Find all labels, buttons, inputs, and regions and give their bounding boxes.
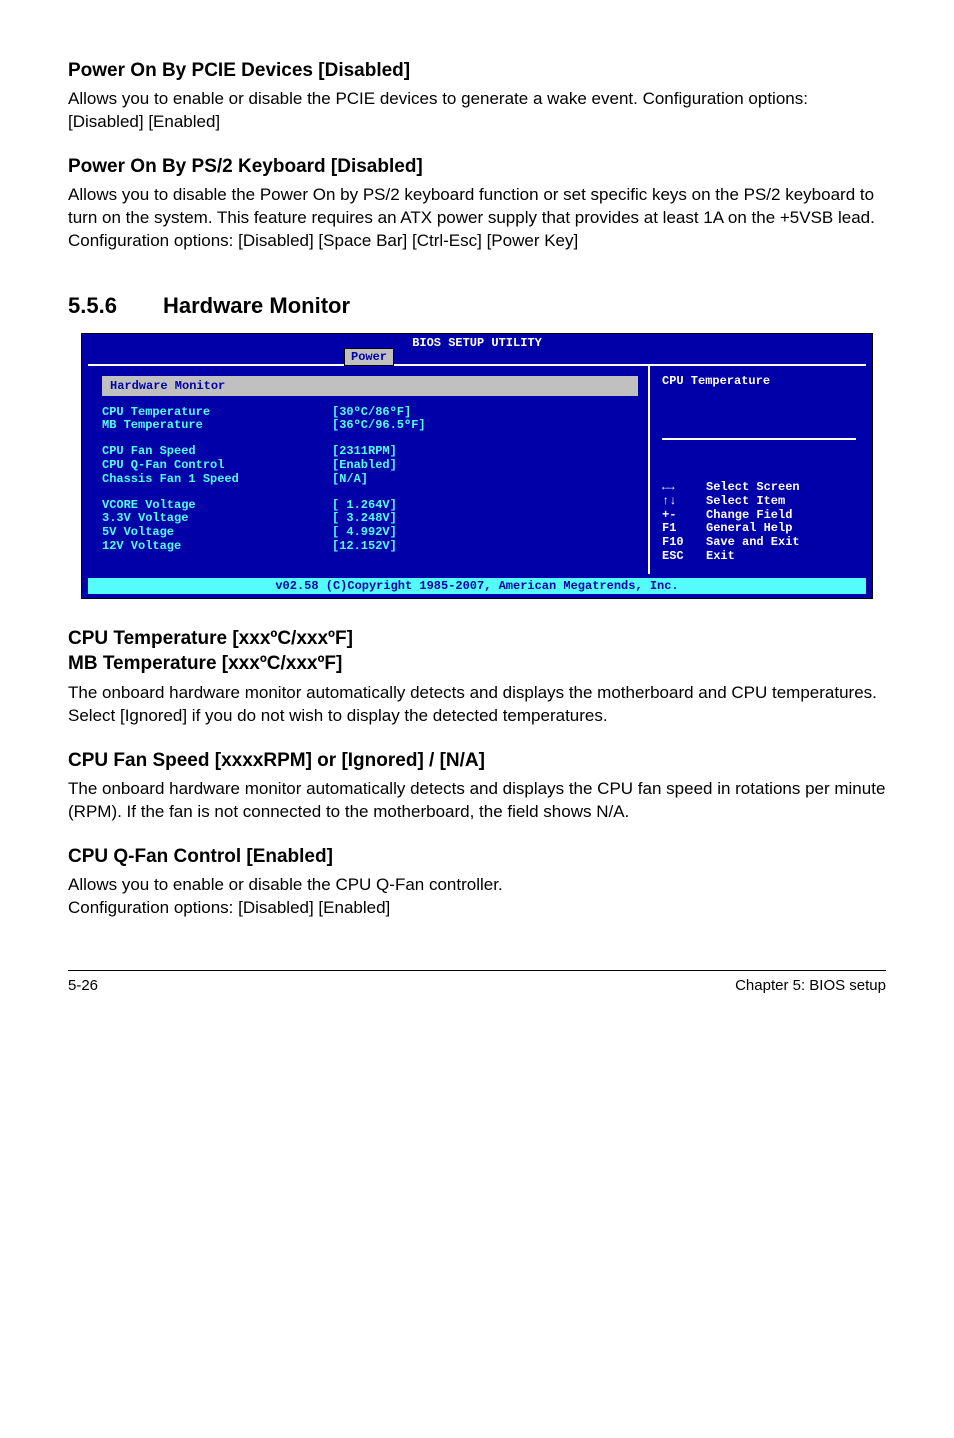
text-fanspeed: The onboard hardware monitor automatical… (68, 778, 886, 824)
bios-row[interactable]: CPU Fan Speed[2311RPM] (102, 445, 638, 459)
bios-key-row: F10Save and Exit (662, 536, 856, 550)
arrow-ud-icon: ↑↓ (662, 495, 706, 509)
bios-key-row: ESCExit (662, 550, 856, 564)
heading-fanspeed: CPU Fan Speed [xxxxRPM] or [Ignored] / [… (68, 750, 886, 772)
bios-key-row: ↑↓Select Item (662, 495, 856, 509)
bios-row[interactable]: CPU Temperature[30ºC/86ºF] (102, 406, 638, 420)
heading-cputemp: CPU Temperature [xxxºC/xxxºF] MB Tempera… (68, 627, 886, 676)
bios-row[interactable]: CPU Q-Fan Control[Enabled] (102, 459, 638, 473)
page-footer: 5-26 Chapter 5: BIOS setup (68, 970, 886, 994)
bios-row[interactable]: VCORE Voltage[ 1.264V] (102, 499, 638, 513)
text-pcie: Allows you to enable or disable the PCIE… (68, 88, 886, 134)
arrow-lr-icon: ←→ (662, 481, 706, 495)
heading-ps2: Power On By PS/2 Keyboard [Disabled] (68, 156, 886, 178)
bios-group-voltages: VCORE Voltage[ 1.264V] 3.3V Voltage[ 3.2… (102, 499, 638, 554)
bios-tab-power[interactable]: Power (344, 348, 394, 366)
bios-help-title: CPU Temperature (662, 374, 856, 440)
text-qfan: Allows you to enable or disable the CPU … (68, 874, 886, 920)
bios-row[interactable]: 3.3V Voltage[ 3.248V] (102, 512, 638, 526)
bios-left-panel: Hardware Monitor CPU Temperature[30ºC/86… (88, 366, 648, 574)
heading-title: Hardware Monitor (163, 293, 350, 318)
bios-key-row: ←→Select Screen (662, 481, 856, 495)
footer-chapter: Chapter 5: BIOS setup (735, 977, 886, 994)
bios-row[interactable]: 5V Voltage[ 4.992V] (102, 526, 638, 540)
bios-row[interactable]: 12V Voltage[12.152V] (102, 540, 638, 554)
bios-panel-title: Hardware Monitor (102, 376, 638, 396)
bios-group-temps: CPU Temperature[30ºC/86ºF] MB Temperatur… (102, 406, 638, 434)
heading-qfan: CPU Q-Fan Control [Enabled] (68, 846, 886, 868)
bios-key-row: +-Change Field (662, 509, 856, 523)
bios-footer: v02.58 (C)Copyright 1985-2007, American … (88, 578, 866, 594)
bios-group-fans: CPU Fan Speed[2311RPM] CPU Q-Fan Control… (102, 445, 638, 486)
bios-row[interactable]: MB Temperature[36ºC/96.5ºF] (102, 419, 638, 433)
text-cputemp: The onboard hardware monitor automatical… (68, 682, 886, 728)
bios-key-help: ←→Select Screen ↑↓Select Item +-Change F… (662, 481, 856, 564)
text-ps2: Allows you to disable the Power On by PS… (68, 184, 886, 253)
bios-title: BIOS SETUP UTILITY (82, 334, 872, 350)
bios-window: BIOS SETUP UTILITY Power Hardware Monito… (81, 333, 873, 599)
bios-row[interactable]: Chassis Fan 1 Speed[N/A] (102, 473, 638, 487)
heading-hw-monitor: 5.5.6Hardware Monitor (68, 293, 886, 319)
bios-right-panel: CPU Temperature ←→Select Screen ↑↓Select… (648, 366, 866, 574)
bios-key-row: F1General Help (662, 522, 856, 536)
footer-page-number: 5-26 (68, 977, 98, 994)
heading-pcie: Power On By PCIE Devices [Disabled] (68, 60, 886, 82)
heading-number: 5.5.6 (68, 293, 163, 319)
